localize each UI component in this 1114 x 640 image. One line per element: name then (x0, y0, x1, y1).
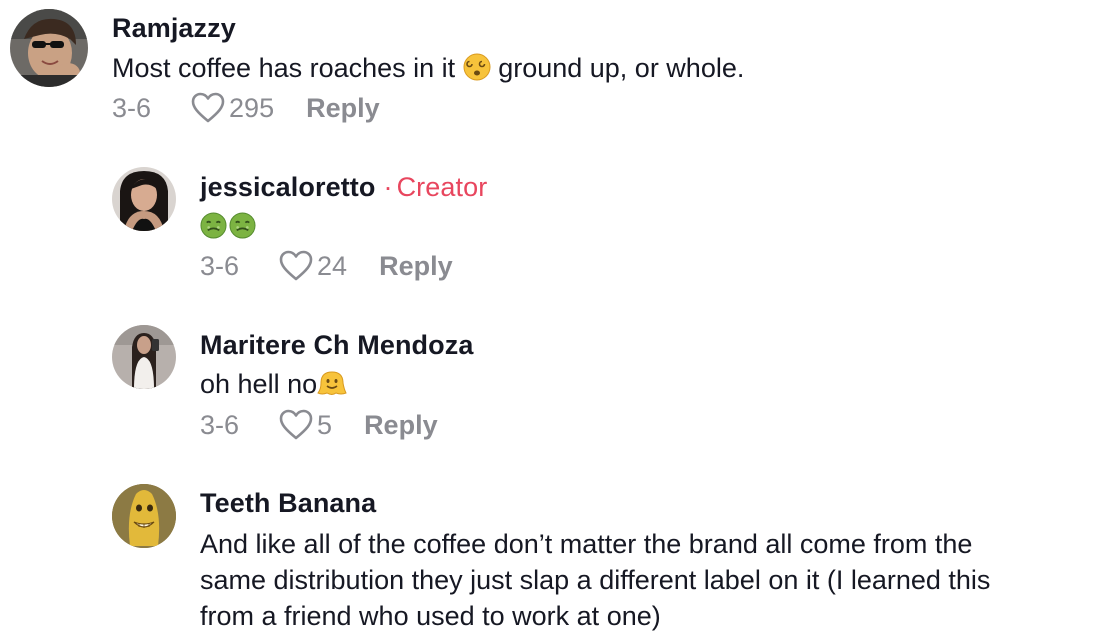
comment-text-line: from a friend who used to work at one) (200, 601, 661, 631)
like-button[interactable]: 295 (191, 92, 274, 124)
creator-badge: Creator (396, 172, 488, 202)
comment-username: jessicaloretto · Creator (200, 172, 487, 203)
avatar[interactable] (10, 9, 88, 87)
comment-username[interactable]: Teeth Banana (200, 488, 376, 519)
nauseated-face-icon (229, 212, 256, 248)
melting-face-icon (317, 369, 347, 406)
reply-button[interactable]: Reply (379, 251, 453, 282)
heart-icon (279, 409, 313, 440)
comment-text: Most coffee has roaches in it ground up,… (112, 50, 744, 90)
comment-meta: 3-6 5 Reply (200, 409, 438, 441)
like-count: 24 (317, 250, 348, 281)
heart-icon (279, 250, 313, 281)
comment-username[interactable]: Maritere Ch Mendoza (200, 330, 473, 361)
comment-text-line: same distribution they just slap a diffe… (200, 565, 991, 595)
comment-date: 3-6 (200, 409, 240, 440)
comment-text-line: And like all of the coffee don’t matter … (200, 529, 973, 559)
comment-username[interactable]: Ramjazzy (112, 13, 236, 44)
reply-button[interactable]: Reply (364, 410, 438, 441)
comment-text-part: Most coffee has roaches in it (112, 53, 463, 83)
heart-icon (191, 92, 225, 123)
comment-meta: 3-6 295 Reply (112, 92, 380, 124)
like-button[interactable]: 24 (279, 250, 347, 282)
comment-text-part: ground up, or whole. (490, 53, 745, 83)
comment-date: 3-6 (200, 250, 240, 281)
dizzy-face-icon (463, 53, 491, 90)
nauseated-face-icon (200, 212, 227, 248)
avatar[interactable] (112, 484, 176, 548)
comment-text: And like all of the coffee don’t matter … (200, 526, 990, 634)
avatar[interactable] (112, 325, 176, 389)
comment-date: 3-6 (112, 92, 152, 123)
comment-meta: 3-6 24 Reply (200, 250, 453, 282)
reply-button[interactable]: Reply (306, 93, 380, 124)
like-count: 295 (229, 92, 275, 123)
comment-username-text[interactable]: jessicaloretto (200, 172, 375, 202)
creator-separator: · (383, 172, 393, 202)
like-count: 5 (317, 409, 333, 440)
comment-text-part: oh hell no (200, 369, 318, 399)
like-button[interactable]: 5 (279, 409, 332, 441)
comment-text: oh hell no (200, 366, 347, 406)
comment-text (200, 208, 256, 248)
avatar[interactable] (112, 167, 176, 231)
